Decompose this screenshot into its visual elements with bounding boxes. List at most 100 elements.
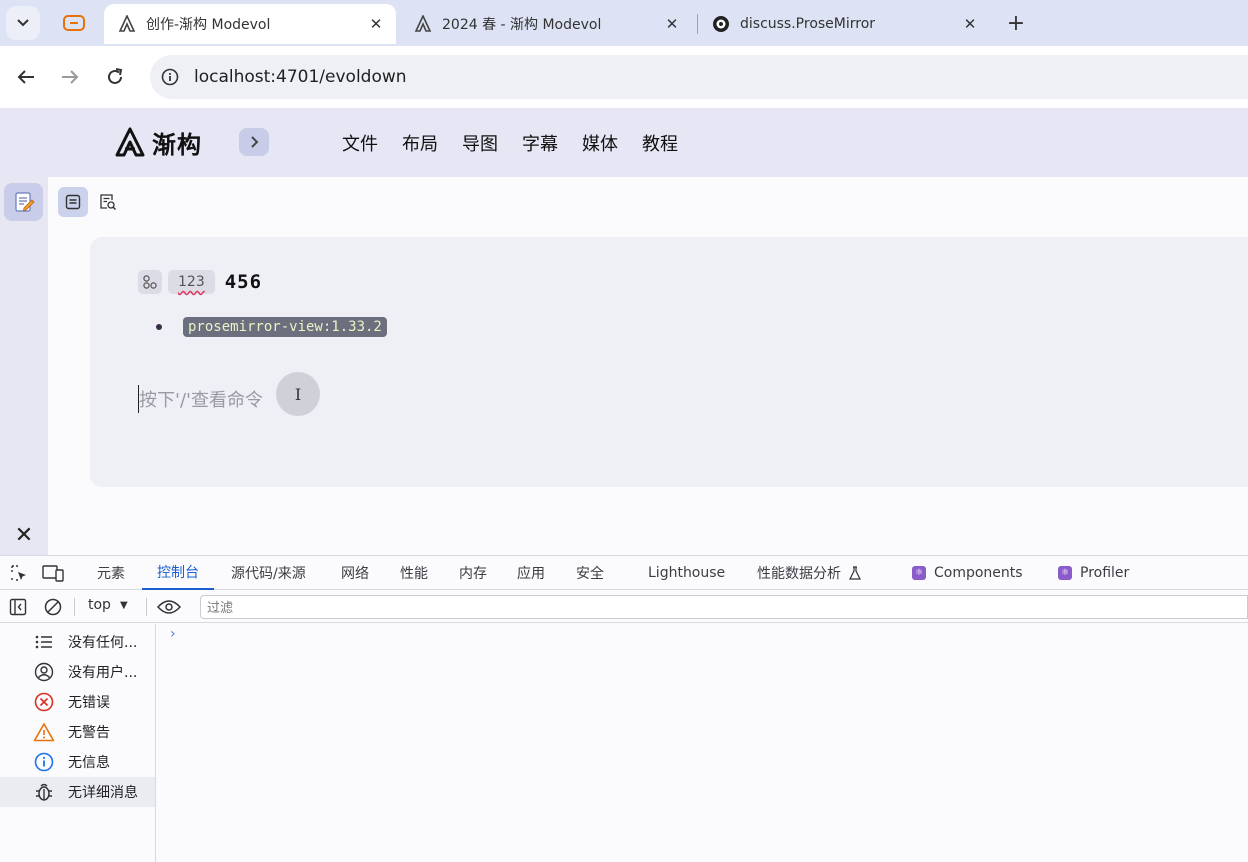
console-filter-input[interactable] <box>200 595 1248 619</box>
site-info-icon[interactable] <box>160 67 180 87</box>
arrow-left-icon <box>17 70 34 84</box>
sidebar-item-label: 无错误 <box>68 695 110 711</box>
heading-chip[interactable]: 123 <box>168 270 215 294</box>
tab-title: 2024 春 - 渐构 Modevol <box>442 17 602 33</box>
arrow-right-icon <box>62 70 79 84</box>
close-tab-icon[interactable]: ✕ <box>662 14 682 34</box>
devtools-tab-application[interactable]: 应用 <box>517 556 545 590</box>
tab-label: Components <box>934 565 1023 581</box>
sidebar-item-label: 没有用户... <box>68 665 138 681</box>
tab-label: Profiler <box>1080 565 1130 581</box>
modevol-logo-icon <box>414 15 432 33</box>
info-icon <box>33 751 55 773</box>
devtools-tab-sources[interactable]: 源代码/来源 <box>231 556 306 590</box>
clear-console-icon[interactable] <box>42 596 64 618</box>
close-icon[interactable]: ✕ <box>12 523 36 548</box>
react-icon: ⚛ <box>1058 566 1072 580</box>
console-toolbar: top ▼ <box>0 591 1248 623</box>
sidebar-item-label: 没有任何... <box>68 635 138 651</box>
tab-title: discuss.ProseMirror <box>740 16 876 32</box>
text-cursor-icon: I <box>294 384 302 404</box>
tab-group-button[interactable] <box>52 6 96 40</box>
prosemirror-icon <box>712 15 730 33</box>
forward-button[interactable] <box>54 61 86 93</box>
devtools-tab-profiler[interactable]: ⚛ Profiler <box>1058 556 1129 590</box>
command-placeholder: 按下'/'查看命令 <box>139 390 263 411</box>
drag-handle-icon[interactable] <box>138 270 162 294</box>
app-logo[interactable]: 渐构 <box>114 126 202 159</box>
user-icon <box>33 661 55 683</box>
menu-file[interactable]: 文件 <box>342 130 402 156</box>
editor-content[interactable]: 123 456 prosemirror-view:1.33.2 按下'/'查看命… <box>90 237 1248 487</box>
list-item: prosemirror-view:1.33.2 <box>156 317 387 337</box>
error-icon <box>33 691 55 713</box>
menu-media[interactable]: 媒体 <box>582 130 642 156</box>
list-icon <box>33 631 55 653</box>
devtools-tab-lighthouse[interactable]: Lighthouse <box>648 556 725 590</box>
sidebar-item-user-messages[interactable]: 没有用户... <box>0 657 155 687</box>
context-selector[interactable]: top ▼ <box>88 597 128 613</box>
reload-button[interactable] <box>99 61 131 93</box>
inline-code[interactable]: prosemirror-view:1.33.2 <box>183 317 387 337</box>
toggle-sidebar-icon[interactable] <box>7 596 29 618</box>
tab-search-button[interactable] <box>6 6 40 40</box>
sidebar-item-label: 无信息 <box>68 755 110 771</box>
url-text: localhost:4701/evoldown <box>194 67 407 87</box>
devtools-tab-memory[interactable]: 内存 <box>459 556 487 590</box>
devtools-tab-performance-insights[interactable]: 性能数据分析 <box>757 556 861 590</box>
browser-tab[interactable]: discuss.ProseMirror ✕ <box>698 4 990 44</box>
edit-document-button[interactable] <box>4 183 43 221</box>
expand-nav-button[interactable] <box>239 128 269 156</box>
browser-tab-active[interactable]: 创作-渐构 Modevol ✕ <box>104 4 396 44</box>
toolbar-divider <box>146 598 147 616</box>
warning-icon <box>33 721 55 743</box>
devtools-panel: 元素 控制台 源代码/来源 网络 性能 内存 应用 安全 Lighthouse … <box>0 555 1248 862</box>
menu-tutorial[interactable]: 教程 <box>642 130 702 156</box>
console-sidebar: 没有任何... 没有用户... 无错误 无警告 无信息 无详细消息 <box>0 624 156 862</box>
sidebar-item-verbose[interactable]: 无详细消息 <box>0 777 155 807</box>
modevol-logo-icon <box>115 127 145 157</box>
flask-icon <box>849 566 861 580</box>
search-document-button[interactable] <box>96 189 120 215</box>
console-prompt-icon[interactable]: › <box>170 626 176 642</box>
inspect-element-icon[interactable] <box>8 562 30 584</box>
bug-icon <box>33 781 55 803</box>
devtools-tab-network[interactable]: 网络 <box>341 556 369 590</box>
document-icon <box>65 194 81 210</box>
live-expression-eye-icon[interactable] <box>156 596 182 618</box>
heading-text[interactable]: 456 <box>225 271 262 293</box>
sidebar-item-errors[interactable]: 无错误 <box>0 687 155 717</box>
document-view-button[interactable] <box>58 187 88 217</box>
close-tab-icon[interactable]: ✕ <box>960 14 980 34</box>
toolbar-divider <box>74 598 75 616</box>
device-toolbar-icon[interactable] <box>42 562 64 584</box>
empty-paragraph[interactable]: 按下'/'查看命令 <box>138 385 263 413</box>
menu-layout[interactable]: 布局 <box>402 130 462 156</box>
devtools-tab-components[interactable]: ⚛ Components <box>912 556 1023 590</box>
devtools-tab-security[interactable]: 安全 <box>576 556 604 590</box>
logo-text: 渐构 <box>152 130 202 159</box>
sidebar-item-warnings[interactable]: 无警告 <box>0 717 155 747</box>
reload-icon <box>108 68 123 84</box>
back-button[interactable] <box>10 61 42 93</box>
app-header: 渐构 文件 布局 导图 字幕 媒体 教程 <box>0 108 1248 177</box>
browser-toolbar: localhost:4701/evoldown <box>0 46 1248 108</box>
address-bar[interactable]: localhost:4701/evoldown <box>150 55 1248 99</box>
browser-tab[interactable]: 2024 春 - 渐构 Modevol ✕ <box>400 4 692 44</box>
devtools-tab-console[interactable]: 控制台 <box>142 556 214 590</box>
devtools-tab-elements[interactable]: 元素 <box>97 556 125 590</box>
sidebar-item-label: 无警告 <box>68 725 110 741</box>
close-tab-icon[interactable]: ✕ <box>366 14 386 34</box>
new-tab-button[interactable]: + <box>1001 8 1031 38</box>
chevron-down-icon <box>17 19 29 27</box>
devtools-tab-performance[interactable]: 性能 <box>400 556 428 590</box>
chevron-right-icon <box>250 136 258 148</box>
edit-note-icon <box>14 192 35 212</box>
tab-group-icon <box>63 15 85 31</box>
menu-subtitles[interactable]: 字幕 <box>522 130 582 156</box>
menu-mindmap[interactable]: 导图 <box>462 130 522 156</box>
sidebar-item-messages[interactable]: 没有任何... <box>0 627 155 657</box>
sidebar-item-info[interactable]: 无信息 <box>0 747 155 777</box>
document-search-icon <box>100 194 116 210</box>
devtools-tab-bar: 元素 控制台 源代码/来源 网络 性能 内存 应用 安全 Lighthouse … <box>0 556 1248 590</box>
